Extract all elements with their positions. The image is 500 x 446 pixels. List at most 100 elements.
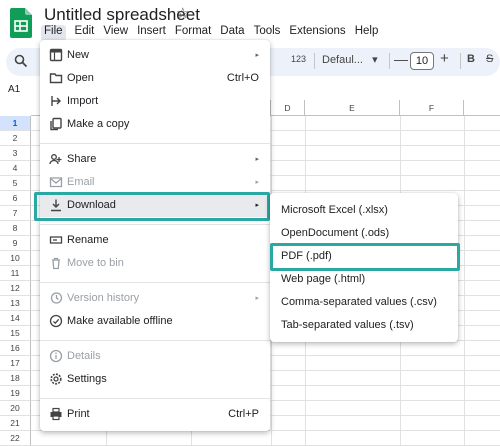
row-header[interactable]: 17 bbox=[0, 356, 31, 371]
row-header[interactable]: 15 bbox=[0, 326, 31, 341]
increase-font-size-button[interactable]: + bbox=[440, 50, 449, 67]
menu-item-move-to-bin[interactable]: Move to bin bbox=[40, 253, 270, 275]
menu-file[interactable]: File bbox=[41, 25, 66, 41]
bold-button[interactable]: B bbox=[467, 53, 475, 65]
download-csv[interactable]: Comma-separated values (.csv) bbox=[270, 292, 458, 314]
download-xlsx[interactable]: Microsoft Excel (.xlsx) bbox=[270, 200, 458, 222]
column-header-g[interactable] bbox=[464, 100, 500, 116]
menu-item-label: Details bbox=[67, 350, 101, 362]
offline-icon bbox=[49, 314, 63, 328]
star-icon[interactable]: ☆ bbox=[176, 4, 189, 22]
submenu-item-label: Web page (.html) bbox=[281, 273, 366, 285]
file-menu: New ▸ Open Ctrl+O Import Make a copy Sha… bbox=[40, 40, 270, 431]
row-header[interactable]: 18 bbox=[0, 371, 31, 386]
download-html[interactable]: Web page (.html) bbox=[270, 269, 458, 291]
menu-item-email[interactable]: Email ▸ bbox=[40, 172, 270, 194]
menu-item-print[interactable]: Print Ctrl+P bbox=[40, 404, 270, 426]
row-header[interactable]: 16 bbox=[0, 341, 31, 356]
menu-item-new[interactable]: New ▸ bbox=[40, 45, 270, 67]
menu-item-details[interactable]: Details bbox=[40, 346, 270, 368]
menu-item-label: Make available offline bbox=[67, 315, 173, 327]
menu-item-label: Rename bbox=[67, 234, 109, 246]
column-header-d[interactable]: D bbox=[271, 100, 305, 116]
menu-help[interactable]: Help bbox=[355, 25, 379, 41]
row-header[interactable]: 14 bbox=[0, 311, 31, 326]
menu-item-label: Import bbox=[67, 95, 99, 107]
search-icon[interactable] bbox=[14, 54, 28, 68]
toolbar-divider bbox=[460, 53, 461, 69]
name-box[interactable]: A1 bbox=[8, 84, 20, 95]
menu-item-open[interactable]: Open Ctrl+O bbox=[40, 68, 270, 90]
download-tsv[interactable]: Tab-separated values (.tsv) bbox=[270, 315, 458, 337]
row-header[interactable]: 20 bbox=[0, 401, 31, 416]
row-header[interactable]: 10 bbox=[0, 251, 31, 266]
row-header[interactable]: 6 bbox=[0, 191, 31, 206]
menu-item-settings[interactable]: Settings bbox=[40, 369, 270, 391]
menu-item-label: Email bbox=[67, 176, 95, 188]
menu-divider bbox=[40, 340, 270, 341]
chevron-down-icon: ▾ bbox=[372, 54, 378, 66]
menu-item-label: Settings bbox=[67, 373, 107, 385]
row-header[interactable]: 9 bbox=[0, 236, 31, 251]
menu-format[interactable]: Format bbox=[175, 25, 211, 41]
sheets-logo-icon[interactable] bbox=[10, 8, 32, 38]
menu-divider bbox=[40, 143, 270, 144]
menu-view[interactable]: View bbox=[103, 25, 128, 41]
menu-edit[interactable]: Edit bbox=[75, 25, 95, 41]
menu-tools[interactable]: Tools bbox=[254, 25, 281, 41]
font-size-input[interactable]: 10 bbox=[410, 52, 434, 70]
font-family-select[interactable]: Defaul... ▾ bbox=[322, 53, 378, 66]
menu-divider bbox=[40, 398, 270, 399]
shortcut-text: Ctrl+P bbox=[228, 408, 259, 420]
menu-item-make-a-copy[interactable]: Make a copy bbox=[40, 114, 270, 136]
menu-divider bbox=[40, 282, 270, 283]
decrease-font-size-button[interactable]: — bbox=[394, 51, 408, 67]
row-header[interactable]: 11 bbox=[0, 266, 31, 281]
folder-icon bbox=[49, 73, 63, 84]
font-family-value: Defaul... bbox=[322, 54, 363, 66]
menu-item-label: Share bbox=[67, 153, 97, 165]
menu-item-import[interactable]: Import bbox=[40, 91, 270, 113]
row-header[interactable]: 3 bbox=[0, 146, 31, 161]
menu-item-make-available-offline[interactable]: Make available offline bbox=[40, 311, 270, 333]
menu-item-share[interactable]: Share ▸ bbox=[40, 149, 270, 171]
row-header[interactable]: 22 bbox=[0, 431, 31, 446]
row-header[interactable]: 7 bbox=[0, 206, 31, 221]
strikethrough-button[interactable]: S bbox=[486, 53, 493, 65]
share-icon bbox=[49, 154, 62, 165]
gear-icon bbox=[50, 373, 62, 385]
download-ods[interactable]: OpenDocument (.ods) bbox=[270, 223, 458, 245]
menu-data[interactable]: Data bbox=[220, 25, 244, 41]
row-header[interactable]: 12 bbox=[0, 281, 31, 296]
column-header-e[interactable]: E bbox=[305, 100, 400, 116]
submenu-item-label: Microsoft Excel (.xlsx) bbox=[281, 204, 388, 216]
menu-bar: File Edit View Insert Format Data Tools … bbox=[41, 25, 387, 41]
row-header[interactable]: 5 bbox=[0, 176, 31, 191]
number-format-button[interactable]: 123 bbox=[291, 54, 306, 64]
grid-column-line bbox=[464, 116, 465, 446]
chevron-right-icon: ▸ bbox=[255, 179, 259, 186]
menu-item-label: Version history bbox=[67, 292, 140, 304]
chevron-right-icon: ▸ bbox=[255, 295, 259, 302]
info-icon bbox=[49, 349, 63, 363]
chevron-right-icon: ▸ bbox=[255, 156, 259, 163]
menu-item-label: Open bbox=[67, 72, 94, 84]
submenu-item-label: Tab-separated values (.tsv) bbox=[281, 319, 414, 331]
row-header[interactable]: 13 bbox=[0, 296, 31, 311]
row-header[interactable]: 19 bbox=[0, 386, 31, 401]
menu-item-version-history[interactable]: Version history ▸ bbox=[40, 288, 270, 310]
row-header[interactable]: 21 bbox=[0, 416, 31, 431]
column-header-f[interactable]: F bbox=[400, 100, 464, 116]
menu-insert[interactable]: Insert bbox=[137, 25, 166, 41]
row-header[interactable]: 4 bbox=[0, 161, 31, 176]
row-header[interactable]: 1 bbox=[0, 116, 31, 131]
menu-divider bbox=[40, 224, 270, 225]
menu-extensions[interactable]: Extensions bbox=[289, 25, 345, 41]
row-header[interactable]: 8 bbox=[0, 221, 31, 236]
pdf-highlight bbox=[270, 243, 460, 271]
import-icon bbox=[51, 96, 61, 106]
menu-item-label: Make a copy bbox=[67, 118, 130, 130]
shortcut-text: Ctrl+O bbox=[226, 72, 259, 84]
menu-item-rename[interactable]: Rename bbox=[40, 230, 270, 252]
row-header[interactable]: 2 bbox=[0, 131, 31, 146]
